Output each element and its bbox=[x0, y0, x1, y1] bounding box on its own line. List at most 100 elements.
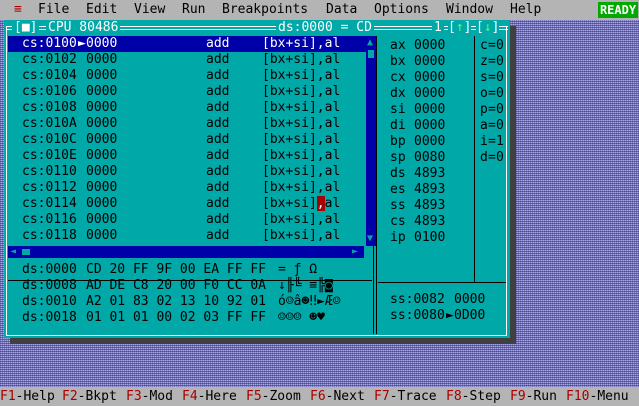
menu-data[interactable]: Data bbox=[326, 2, 357, 18]
frame-left bbox=[6, 26, 7, 336]
scroll-down-icon[interactable]: ▼ bbox=[367, 234, 373, 244]
code-line[interactable]: cs:0100 ► 0000 add [bx+si],al bbox=[8, 36, 366, 52]
fkey-f9-button[interactable]: F9-Run bbox=[510, 389, 557, 405]
register-name: cx bbox=[390, 70, 406, 85]
code-line[interactable]: cs:010C 0000 add [bx+si],al bbox=[8, 132, 366, 148]
code-bytes: 0000 bbox=[86, 84, 118, 99]
flag-value[interactable]: 0 bbox=[496, 150, 504, 166]
code-line[interactable]: cs:0112 0000 add [bx+si],al bbox=[8, 180, 366, 196]
code-mnemonic: add bbox=[206, 84, 230, 99]
menu-window[interactable]: Window bbox=[446, 2, 493, 18]
flag-equals: = bbox=[488, 70, 496, 85]
scroll-right-icon[interactable]: ► bbox=[352, 247, 358, 257]
menu-file[interactable]: File bbox=[38, 2, 69, 18]
register-value[interactable]: 0100 bbox=[414, 230, 445, 246]
code-vertical-scrollbar[interactable]: ▲ ▼ bbox=[366, 36, 376, 246]
code-line[interactable]: cs:0116 0000 add [bx+si],al bbox=[8, 212, 366, 228]
fkey-f5-button[interactable]: F5-Zoom bbox=[246, 389, 301, 405]
register-value[interactable]: 0080 bbox=[414, 150, 445, 166]
menu-run[interactable]: Run bbox=[182, 2, 205, 18]
current-ip-marker bbox=[78, 164, 86, 180]
fkey-f4-button[interactable]: F4-Here bbox=[182, 389, 237, 405]
dump-bytes[interactable]: 01 01 01 00 02 03 FF FF bbox=[86, 310, 266, 326]
scroll-left-icon[interactable]: ◄ bbox=[10, 247, 16, 257]
register-value[interactable]: 4893 bbox=[414, 214, 445, 230]
code-horizontal-scrollbar[interactable]: ◄ ► bbox=[8, 246, 364, 258]
fkey-f6-button[interactable]: F6-Next bbox=[310, 389, 365, 405]
dump-ascii: ☺☺☺ ☻♥ bbox=[278, 310, 325, 325]
zoom-box[interactable]: [↑] bbox=[448, 20, 472, 36]
flag-value[interactable]: 0 bbox=[496, 118, 504, 134]
code-line[interactable]: cs:0102 0000 add [bx+si],al bbox=[8, 52, 366, 68]
code-address: cs:0108 bbox=[22, 100, 77, 115]
code-line[interactable]: cs:0104 0000 add [bx+si],al bbox=[8, 68, 366, 84]
register-value[interactable]: 0000 bbox=[414, 86, 445, 102]
code-line[interactable]: cs:0106 0000 add [bx+si],al bbox=[8, 84, 366, 100]
flag-value[interactable]: 0 bbox=[496, 70, 504, 86]
flag-value[interactable]: 0 bbox=[496, 38, 504, 54]
code-line[interactable]: cs:0118 0000 add [bx+si],al bbox=[8, 228, 366, 244]
register-value[interactable]: 0000 bbox=[414, 54, 445, 70]
register-value[interactable]: 0000 bbox=[414, 38, 445, 54]
pane-divider bbox=[474, 36, 475, 282]
fkey-f7-button[interactable]: F7-Trace bbox=[374, 389, 437, 405]
fkey-label: F4 bbox=[182, 389, 198, 404]
dump-bytes[interactable]: AD DE C8 20 00 F0 CC 0A bbox=[86, 278, 266, 294]
flag-value[interactable]: 1 bbox=[496, 134, 504, 150]
menu-help[interactable]: Help bbox=[510, 2, 541, 18]
register-value[interactable]: 4893 bbox=[414, 182, 445, 198]
stack-value[interactable]: 0000 bbox=[454, 292, 485, 308]
code-bytes: 0000 bbox=[86, 164, 118, 179]
zoom-up-icon[interactable]: ↑ bbox=[456, 20, 464, 35]
flag-value[interactable]: 0 bbox=[496, 102, 504, 118]
flag-name: p bbox=[480, 102, 488, 117]
code-line[interactable]: cs:010A 0000 add [bx+si],al bbox=[8, 116, 366, 132]
code-bytes: 0000 bbox=[86, 36, 118, 51]
menu-options[interactable]: Options bbox=[374, 2, 429, 18]
menu-view[interactable]: View bbox=[134, 2, 165, 18]
current-ip-marker bbox=[78, 84, 86, 100]
fkey-f1-button[interactable]: F1-Help bbox=[0, 389, 55, 405]
register-name: di bbox=[390, 118, 406, 133]
frame-right bbox=[506, 26, 507, 336]
register-value[interactable]: 4893 bbox=[414, 166, 445, 182]
dump-bytes[interactable]: CD 20 FF 9F 00 EA FF FF bbox=[86, 262, 266, 278]
code-line[interactable]: cs:0110 0000 add [bx+si],al bbox=[8, 164, 366, 180]
flag-name: s bbox=[480, 70, 488, 85]
flag-value[interactable]: 0 bbox=[496, 86, 504, 102]
flag-value[interactable]: 0 bbox=[496, 54, 504, 70]
code-line[interactable]: cs:0108 0000 add [bx+si],al bbox=[8, 100, 366, 116]
zoom-box[interactable]: [↓] bbox=[476, 20, 500, 36]
dump-bytes[interactable]: A2 01 83 02 13 10 92 01 bbox=[86, 294, 266, 310]
fkey-f10-button[interactable]: F10-Menu bbox=[566, 389, 629, 405]
scroll-thumb[interactable] bbox=[368, 50, 374, 58]
scroll-up-icon[interactable]: ▲ bbox=[367, 38, 373, 48]
register-value[interactable]: 0000 bbox=[414, 134, 445, 150]
fkey-f2-button[interactable]: F2-Bkpt bbox=[62, 389, 117, 405]
window-number: 1 bbox=[432, 20, 444, 36]
fkey-f8-button[interactable]: F8-Step bbox=[446, 389, 501, 405]
dump-address: ds:0008 bbox=[22, 278, 77, 293]
register-value[interactable]: 4893 bbox=[414, 198, 445, 214]
code-line[interactable]: cs:010E 0000 add [bx+si],al bbox=[8, 148, 366, 164]
code-line[interactable]: cs:0114 0000 add [bx+si],al bbox=[8, 196, 366, 212]
flag-name: d bbox=[480, 150, 488, 165]
stack-value[interactable]: 0D00 bbox=[454, 308, 485, 324]
system-menu[interactable]: ≡ bbox=[14, 2, 22, 18]
current-ip-marker bbox=[78, 148, 86, 164]
code-operands: [bx+si],al bbox=[262, 36, 341, 51]
menu-edit[interactable]: Edit bbox=[86, 2, 117, 18]
function-key-bar: F1-Help F2-Bkpt F3-Mod F4-Here F5-Zoom F6-Nex… bbox=[0, 387, 639, 406]
register-value[interactable]: 0000 bbox=[414, 118, 445, 134]
register-name: si bbox=[390, 102, 406, 117]
fkey-f3-button[interactable]: F3-Mod bbox=[126, 389, 173, 405]
scroll-thumb[interactable] bbox=[22, 249, 30, 255]
fkey-label: F8 bbox=[446, 389, 462, 404]
close-box[interactable]: [■] bbox=[12, 20, 40, 36]
register-value[interactable]: 0000 bbox=[414, 102, 445, 118]
zoom-down-icon[interactable]: ↓ bbox=[484, 20, 492, 35]
code-address: cs:010A bbox=[22, 116, 77, 131]
menu-breakpoints[interactable]: Breakpoints bbox=[222, 2, 308, 18]
flag-equals: = bbox=[488, 86, 496, 101]
register-value[interactable]: 0000 bbox=[414, 70, 445, 86]
